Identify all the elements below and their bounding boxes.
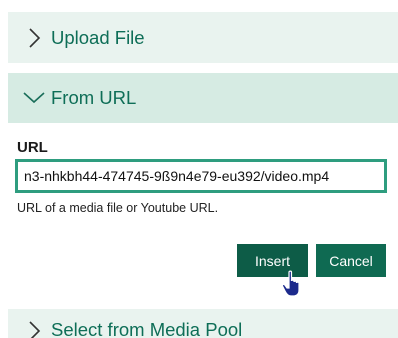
url-help-text: URL of a media file or Youtube URL.: [17, 201, 219, 215]
chevron-right-icon: [22, 26, 46, 50]
chevron-right-icon: [22, 319, 46, 338]
insert-button[interactable]: Insert: [237, 244, 308, 277]
select-media-pool-label: Select from Media Pool: [51, 319, 243, 338]
upload-file-label: Upload File: [51, 26, 145, 48]
select-media-pool-panel-header[interactable]: Select from Media Pool: [8, 309, 398, 338]
chevron-down-icon: [22, 86, 46, 110]
cancel-button[interactable]: Cancel: [316, 244, 386, 277]
from-url-panel-header[interactable]: From URL: [8, 73, 398, 123]
url-field-label: URL: [17, 139, 48, 156]
url-input[interactable]: [15, 159, 387, 193]
from-url-label: From URL: [51, 87, 137, 108]
upload-file-panel-header[interactable]: Upload File: [8, 12, 398, 63]
